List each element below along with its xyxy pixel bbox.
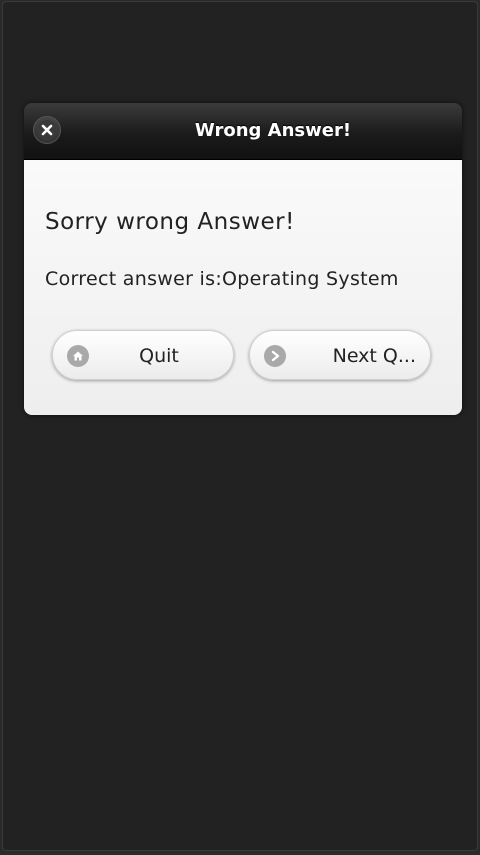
app-screen: Wrong Answer! Sorry wrong Answer! Correc…: [2, 1, 478, 851]
next-question-button[interactable]: Next Q...: [249, 330, 431, 380]
dialog-content: Sorry wrong Answer! Correct answer is:Op…: [24, 160, 462, 415]
close-button[interactable]: [33, 116, 61, 144]
dialog-header: Wrong Answer!: [24, 103, 462, 160]
dialog-title: Wrong Answer!: [194, 120, 352, 141]
arrow-right-icon: [264, 345, 286, 367]
quit-button[interactable]: Quit: [52, 330, 234, 380]
result-headline: Sorry wrong Answer!: [45, 209, 295, 235]
wrong-answer-dialog: Wrong Answer! Sorry wrong Answer! Correc…: [24, 103, 462, 415]
quit-button-label: Quit: [139, 345, 179, 367]
next-question-button-label: Next Q...: [332, 345, 416, 367]
correct-answer-text: Correct answer is:Operating System: [45, 268, 399, 290]
close-icon: [37, 120, 57, 140]
home-icon: [67, 345, 89, 367]
